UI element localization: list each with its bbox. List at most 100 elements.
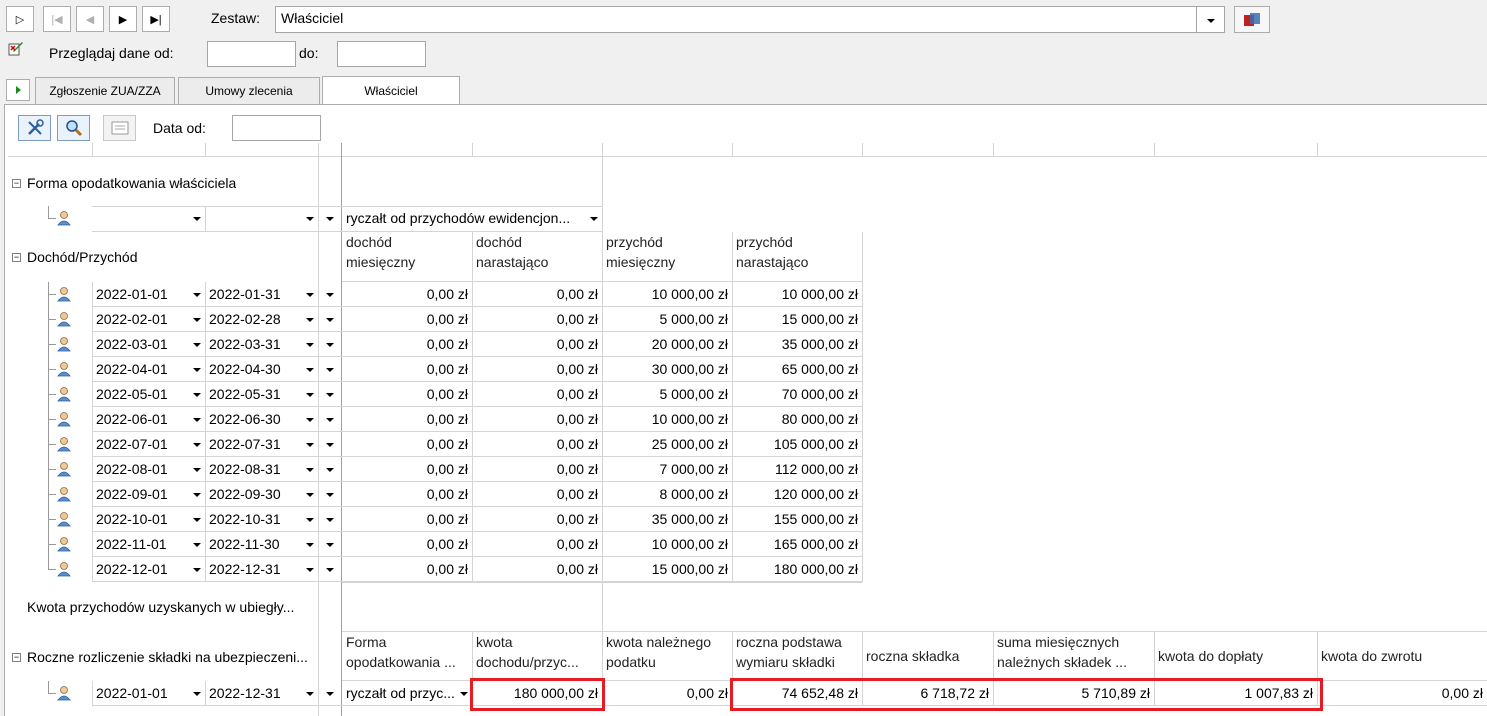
- annual-to-date[interactable]: 2022-12-31: [206, 682, 318, 706]
- income-cell-d_n[interactable]: 0,00 zł: [472, 486, 602, 502]
- row-dropdown-icon[interactable]: [326, 293, 334, 297]
- income-cell-d_n[interactable]: 0,00 zł: [472, 386, 602, 402]
- row-dropdown-icon[interactable]: [326, 318, 334, 322]
- row-to-date[interactable]: 2022-07-31: [206, 433, 318, 457]
- row-from-date[interactable]: 2022-09-01: [93, 483, 205, 507]
- row-from-date[interactable]: 2022-02-01: [93, 308, 205, 332]
- income-cell-d_n[interactable]: 0,00 zł: [472, 561, 602, 577]
- row-from-date[interactable]: 2022-12-01: [93, 558, 205, 582]
- income-cell-p_n[interactable]: 105 000,00 zł: [732, 436, 862, 452]
- row-to-date[interactable]: 2022-05-31: [206, 383, 318, 407]
- row-to-date[interactable]: 2022-10-31: [206, 508, 318, 532]
- row-from-date[interactable]: 2022-07-01: [93, 433, 205, 457]
- income-cell-p_m[interactable]: 8 000,00 zł: [602, 486, 732, 502]
- income-cell-d_n[interactable]: 0,00 zł: [472, 461, 602, 477]
- income-cell-p_n[interactable]: 15 000,00 zł: [732, 311, 862, 327]
- row-to-date[interactable]: 2022-03-31: [206, 333, 318, 357]
- income-cell-p_n[interactable]: 10 000,00 zł: [732, 286, 862, 302]
- row-from-date[interactable]: 2022-08-01: [93, 458, 205, 482]
- date-to-input[interactable]: [337, 41, 426, 67]
- income-cell-d_m[interactable]: 0,00 zł: [342, 286, 472, 302]
- row-dropdown-icon[interactable]: [326, 568, 334, 572]
- row-from-date[interactable]: 2022-01-01: [93, 283, 205, 307]
- row-dropdown-icon[interactable]: [326, 418, 334, 422]
- card-button[interactable]: [103, 115, 136, 141]
- income-cell-p_n[interactable]: 165 000,00 zł: [732, 536, 862, 552]
- row-dropdown-icon[interactable]: [326, 217, 334, 221]
- row-from-date[interactable]: 2022-06-01: [93, 408, 205, 432]
- first-record-button[interactable]: |◀: [43, 6, 71, 32]
- row-to-date[interactable]: 2022-06-30: [206, 408, 318, 432]
- row-to-date[interactable]: 2022-09-30: [206, 483, 318, 507]
- row-to-date[interactable]: 2022-01-31: [206, 283, 318, 307]
- prev-record-button[interactable]: ◀: [76, 6, 104, 32]
- zestaw-combo[interactable]: Właściciel: [275, 6, 1197, 33]
- forma-from-combo[interactable]: [93, 207, 205, 231]
- income-cell-p_n[interactable]: 65 000,00 zł: [732, 361, 862, 377]
- income-cell-d_m[interactable]: 0,00 zł: [342, 536, 472, 552]
- tab-expand-button[interactable]: [6, 79, 30, 101]
- income-cell-p_m[interactable]: 10 000,00 zł: [602, 536, 732, 552]
- next-record-button[interactable]: ▶: [109, 6, 137, 32]
- income-cell-d_m[interactable]: 0,00 zł: [342, 311, 472, 327]
- income-cell-d_n[interactable]: 0,00 zł: [472, 311, 602, 327]
- income-cell-d_m[interactable]: 0,00 zł: [342, 561, 472, 577]
- row-from-date[interactable]: 2022-05-01: [93, 383, 205, 407]
- income-cell-d_n[interactable]: 0,00 zł: [472, 536, 602, 552]
- row-from-date[interactable]: 2022-11-01: [93, 533, 205, 557]
- collapse-roczne-icon[interactable]: −: [12, 653, 21, 662]
- row-from-date[interactable]: 2022-04-01: [93, 358, 205, 382]
- row-dropdown-icon[interactable]: [326, 393, 334, 397]
- edit-pencil-icon[interactable]: [8, 40, 24, 59]
- income-cell-p_n[interactable]: 112 000,00 zł: [732, 461, 862, 477]
- income-cell-p_m[interactable]: 5 000,00 zł: [602, 386, 732, 402]
- income-cell-d_m[interactable]: 0,00 zł: [342, 461, 472, 477]
- tab-umowy-zlecenia[interactable]: Umowy zlecenia: [178, 77, 320, 104]
- row-from-date[interactable]: 2022-03-01: [93, 333, 205, 357]
- row-dropdown-icon[interactable]: [326, 518, 334, 522]
- income-cell-d_n[interactable]: 0,00 zł: [472, 511, 602, 527]
- tab-zgloszenie[interactable]: Zgłoszenie ZUA/ZZA: [35, 77, 175, 104]
- row-to-date[interactable]: 2022-08-31: [206, 458, 318, 482]
- income-cell-d_m[interactable]: 0,00 zł: [342, 411, 472, 427]
- income-cell-p_n[interactable]: 70 000,00 zł: [732, 386, 862, 402]
- annual-from-date[interactable]: 2022-01-01: [93, 682, 205, 706]
- income-cell-p_m[interactable]: 7 000,00 zł: [602, 461, 732, 477]
- income-cell-p_m[interactable]: 10 000,00 zł: [602, 411, 732, 427]
- income-cell-p_m[interactable]: 5 000,00 zł: [602, 311, 732, 327]
- income-cell-d_m[interactable]: 0,00 zł: [342, 336, 472, 352]
- row-to-date[interactable]: 2022-12-31: [206, 558, 318, 582]
- income-cell-d_m[interactable]: 0,00 zł: [342, 486, 472, 502]
- income-cell-d_n[interactable]: 0,00 zł: [472, 361, 602, 377]
- row-dropdown-icon[interactable]: [326, 543, 334, 547]
- zestaw-dropdown-button[interactable]: [1196, 6, 1225, 33]
- income-cell-d_n[interactable]: 0,00 zł: [472, 286, 602, 302]
- tab-wlasciciel[interactable]: Właściciel: [322, 76, 460, 104]
- income-cell-d_m[interactable]: 0,00 zł: [342, 361, 472, 377]
- forma-to-combo[interactable]: [206, 207, 318, 231]
- income-cell-p_m[interactable]: 25 000,00 zł: [602, 436, 732, 452]
- export-button[interactable]: [1234, 6, 1270, 33]
- settings-button[interactable]: [18, 115, 51, 141]
- row-dropdown-icon[interactable]: [326, 368, 334, 372]
- income-cell-p_n[interactable]: 120 000,00 zł: [732, 486, 862, 502]
- row-dropdown-icon[interactable]: [326, 692, 334, 696]
- annual-forma-combo[interactable]: ryczałt od przyc...: [343, 682, 472, 706]
- income-cell-p_m[interactable]: 10 000,00 zł: [602, 286, 732, 302]
- income-cell-p_n[interactable]: 155 000,00 zł: [732, 511, 862, 527]
- forma-value-combo[interactable]: ryczałt od przychodów ewidencjon...: [343, 207, 602, 231]
- income-cell-d_n[interactable]: 0,00 zł: [472, 336, 602, 352]
- annual-cell-kwota_podatku[interactable]: 0,00 zł: [602, 685, 732, 701]
- income-cell-p_m[interactable]: 35 000,00 zł: [602, 511, 732, 527]
- collapse-forma-icon[interactable]: −: [12, 179, 21, 188]
- income-cell-p_n[interactable]: 180 000,00 zł: [732, 561, 862, 577]
- income-cell-d_n[interactable]: 0,00 zł: [472, 411, 602, 427]
- income-cell-p_m[interactable]: 30 000,00 zł: [602, 361, 732, 377]
- income-cell-p_n[interactable]: 35 000,00 zł: [732, 336, 862, 352]
- row-dropdown-icon[interactable]: [326, 493, 334, 497]
- last-record-button[interactable]: ▶|: [142, 6, 170, 32]
- row-dropdown-icon[interactable]: [326, 343, 334, 347]
- row-from-date[interactable]: 2022-10-01: [93, 508, 205, 532]
- date-from-input[interactable]: [207, 41, 296, 67]
- row-dropdown-icon[interactable]: [326, 468, 334, 472]
